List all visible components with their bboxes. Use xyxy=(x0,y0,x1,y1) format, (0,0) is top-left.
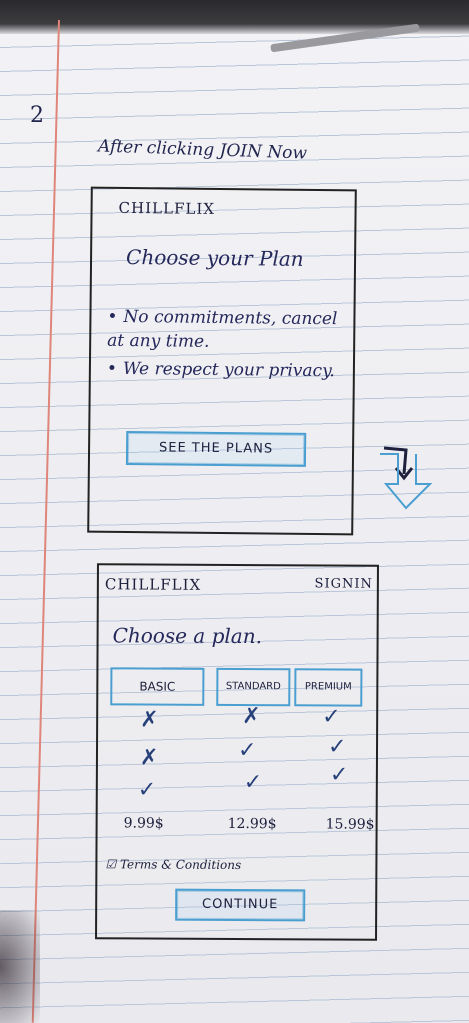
continue-button[interactable]: CONTINUE xyxy=(175,888,306,922)
feature-mark: ✓ xyxy=(329,762,349,788)
price-premium: 15.99$ xyxy=(325,816,375,833)
wireframe-screen-1: CHILLFLIX Choose your Plan No commitment… xyxy=(87,186,357,536)
benefit-list: No commitments, cancel at any time. We r… xyxy=(107,305,348,388)
terms-checkbox[interactable]: ☑ xyxy=(105,857,116,871)
page-number: 2 xyxy=(30,103,44,128)
feature-mark: ✗ xyxy=(242,704,261,730)
benefit-item: No commitments, cancel at any time. xyxy=(107,305,347,356)
plan-standard-tab[interactable]: STANDARD xyxy=(216,667,291,707)
plan-premium-tab[interactable]: PREMIUM xyxy=(294,668,363,707)
shadow xyxy=(0,910,40,1023)
feature-mark: ✗ xyxy=(140,707,159,733)
page-title: Choose your Plan xyxy=(125,244,304,271)
feature-mark: ✗ xyxy=(139,745,159,771)
feature-mark: ✓ xyxy=(327,734,347,760)
price-standard: 12.99$ xyxy=(227,815,277,833)
price-basic: 9.99$ xyxy=(123,815,164,832)
arrow-down-icon xyxy=(380,446,433,510)
see-plans-button[interactable]: SEE THE PLANS xyxy=(125,431,307,467)
sign-in-link[interactable]: SIGNIN xyxy=(315,576,373,591)
page-title: Choose a plan. xyxy=(112,623,263,649)
feature-mark: ✓ xyxy=(137,777,157,803)
brand-logo: CHILLFLIX xyxy=(118,198,216,218)
feature-mark: ✓ xyxy=(243,770,263,796)
benefit-item: We respect your privacy. xyxy=(107,357,347,384)
wireframe-screen-2: CHILLFLIX SIGNIN Choose a plan. BASIC ST… xyxy=(95,563,379,941)
brand-logo: CHILLFLIX xyxy=(104,575,202,594)
plan-basic-tab[interactable]: BASIC xyxy=(110,667,205,706)
terms-row: ☑ Terms & Conditions xyxy=(105,857,241,872)
terms-label: Terms & Conditions xyxy=(119,857,242,873)
feature-mark: ✓ xyxy=(322,704,341,730)
feature-mark: ✓ xyxy=(237,738,257,764)
